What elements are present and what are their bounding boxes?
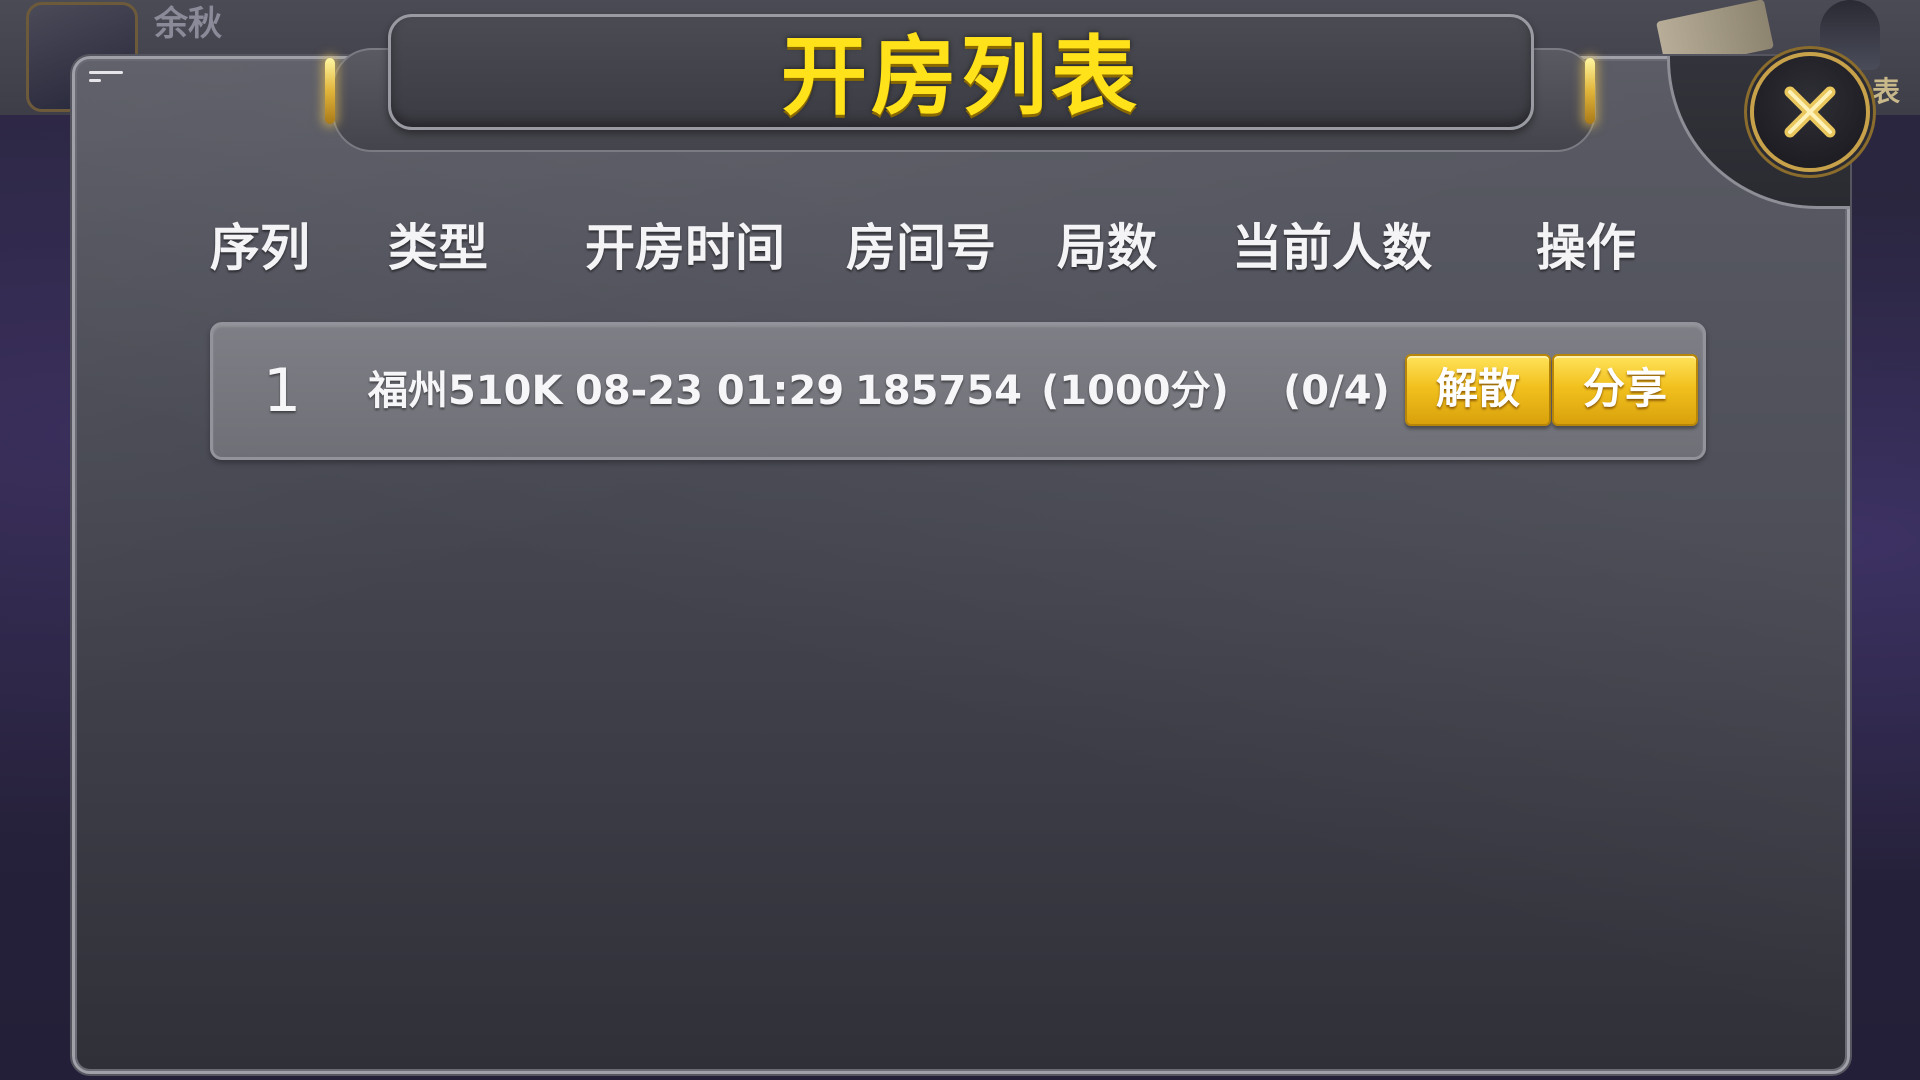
close-button[interactable] xyxy=(1750,52,1870,172)
row-type: 福州510K xyxy=(368,368,563,414)
column-header-room-number: 房间号 xyxy=(846,219,996,277)
table-row: 1 福州510K 08-23 01:29 185754 (1000分) (0/4… xyxy=(210,322,1706,460)
dialog-title: 开房列表 xyxy=(781,26,1141,127)
title-plate: 开房列表 xyxy=(388,14,1534,130)
column-header-players: 当前人数 xyxy=(1232,219,1432,277)
row-players: (0/4) xyxy=(1283,368,1390,414)
player-name: 余秋 xyxy=(154,4,222,44)
column-header-rounds: 局数 xyxy=(1057,219,1157,277)
column-header-time: 开房时间 xyxy=(585,219,785,277)
close-icon xyxy=(1784,86,1836,138)
gold-pin-left xyxy=(325,58,335,124)
column-header-actions: 操作 xyxy=(1536,219,1636,277)
gold-pin-right xyxy=(1585,58,1595,124)
row-room-number: 185754 xyxy=(855,368,1022,414)
row-rounds: (1000分) xyxy=(1041,368,1229,414)
dissolve-button[interactable]: 解散 xyxy=(1405,354,1551,426)
row-time: 08-23 01:29 xyxy=(575,368,845,414)
column-header-index: 序列 xyxy=(210,219,310,277)
column-header-type: 类型 xyxy=(388,219,488,277)
share-button[interactable]: 分享 xyxy=(1552,354,1698,426)
row-index: 1 xyxy=(263,356,302,426)
corner-decoration xyxy=(89,71,123,82)
game-screen: 余秋 表 开房列表 序列 类型 开房时间 房间号 局数 当前人数 操作 1 福州… xyxy=(0,0,1920,1080)
lobby-right-label: 表 xyxy=(1871,75,1900,108)
